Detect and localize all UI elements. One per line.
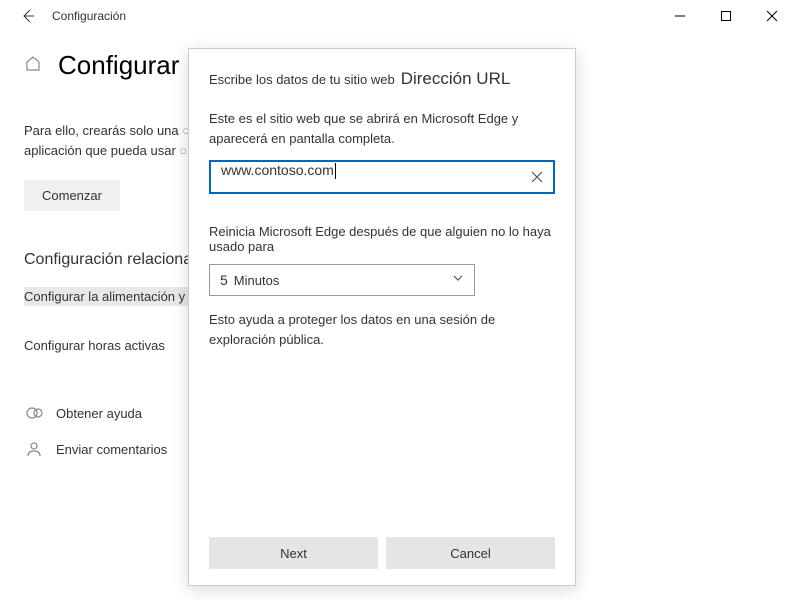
minimize-button[interactable] xyxy=(657,0,703,32)
url-input[interactable]: www.contoso.com xyxy=(209,160,555,194)
next-button[interactable]: Next xyxy=(209,537,378,569)
protect-text: Esto ayuda a proteger los datos en una s… xyxy=(209,310,555,349)
restart-label: Reinicia Microsoft Edge después de que a… xyxy=(209,224,555,254)
back-button[interactable] xyxy=(16,4,40,28)
cancel-button[interactable]: Cancel xyxy=(386,537,555,569)
dialog-buttons: Next Cancel xyxy=(209,537,555,569)
timeout-value: 5 xyxy=(220,272,228,288)
timeout-unit: Minutos xyxy=(234,273,452,288)
dialog-title: Dirección URL xyxy=(401,69,511,89)
timeout-select[interactable]: 5 Minutos xyxy=(209,264,475,296)
send-feedback-label: Enviar comentarios xyxy=(56,442,167,457)
close-button[interactable] xyxy=(749,0,795,32)
home-icon xyxy=(24,54,42,77)
url-input-wrapper: www.contoso.com xyxy=(209,160,555,194)
window-controls xyxy=(657,0,795,32)
get-help-label: Obtener ayuda xyxy=(56,406,142,421)
feedback-icon xyxy=(24,439,44,459)
kiosk-dialog: Escribe los datos de tu sitio web Direcc… xyxy=(188,48,576,586)
begin-button[interactable]: Comenzar xyxy=(24,180,120,211)
chevron-down-icon xyxy=(452,271,464,289)
dialog-description: Este es el sitio web que se abrirá en Mi… xyxy=(209,109,555,148)
timeout-select-wrapper: 5 Minutos xyxy=(209,264,475,296)
dialog-subtitle: Escribe los datos de tu sitio web xyxy=(209,72,395,87)
window-title: Configuración xyxy=(52,9,126,23)
titlebar: Configuración xyxy=(0,0,795,32)
maximize-button[interactable] xyxy=(703,0,749,32)
help-icon xyxy=(24,403,44,423)
clear-input-button[interactable] xyxy=(525,165,549,189)
dialog-header: Escribe los datos de tu sitio web Direcc… xyxy=(209,69,555,89)
